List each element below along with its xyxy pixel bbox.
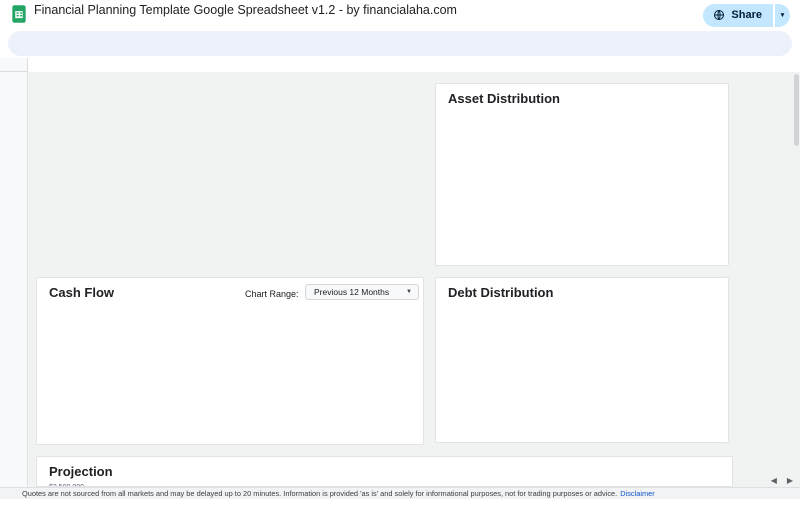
cash-flow-plot [37, 304, 425, 436]
chart-range-label: Chart Range: [245, 289, 299, 299]
vertical-scrollbar-thumb[interactable] [794, 74, 799, 146]
share-button[interactable]: Share ▼ [703, 4, 790, 27]
row-headers [0, 72, 28, 487]
chart-title: Asset Distribution [448, 91, 560, 106]
cash-flow-chart[interactable]: Cash Flow Chart Range: Previous 12 Month… [36, 277, 424, 445]
spreadsheet-grid[interactable]: Asset Distribution Cash Flow Chart Range… [28, 72, 800, 487]
scroll-right-icon[interactable]: ▶ [787, 477, 793, 485]
sheet-tab-bar [0, 499, 800, 522]
document-title[interactable]: Financial Planning Template Google Sprea… [34, 3, 457, 17]
share-menu-caret[interactable]: ▼ [775, 4, 790, 27]
scroll-left-icon[interactable]: ◀ [771, 477, 777, 485]
google-sheets-app: Financial Planning Template Google Sprea… [0, 0, 800, 522]
chevron-down-icon: ▼ [406, 289, 412, 295]
menu-bar [28, 18, 466, 31]
globe-icon [713, 9, 725, 21]
disclaimer-bar: Quotes are not sourced from all markets … [0, 487, 800, 499]
share-label: Share [731, 9, 762, 21]
debt-distribution-chart[interactable]: Debt Distribution [435, 277, 729, 443]
disclaimer-text: Quotes are not sourced from all markets … [22, 489, 617, 498]
title-bar: Financial Planning Template Google Sprea… [0, 0, 800, 30]
chart-title: Cash Flow [49, 285, 114, 300]
chart-title: Projection [49, 464, 113, 479]
select-all-corner[interactable] [0, 58, 28, 72]
chart-range-value: Previous 12 Months [314, 287, 389, 297]
sheets-logo-icon[interactable] [9, 4, 29, 24]
chart-title: Debt Distribution [448, 285, 553, 300]
vertical-scrollbar[interactable] [794, 74, 799, 484]
asset-donut [436, 84, 730, 267]
debt-donut [436, 278, 730, 444]
horizontal-scroll-arrows[interactable]: ◀▶ [771, 477, 793, 485]
asset-distribution-chart[interactable]: Asset Distribution [435, 83, 729, 266]
toolbar [8, 31, 792, 56]
chart-range-select[interactable]: Previous 12 Months ▼ [305, 284, 419, 300]
projection-chart[interactable]: Projection $2,500,000 [36, 456, 733, 487]
disclaimer-link[interactable]: Disclaimer [620, 489, 655, 498]
